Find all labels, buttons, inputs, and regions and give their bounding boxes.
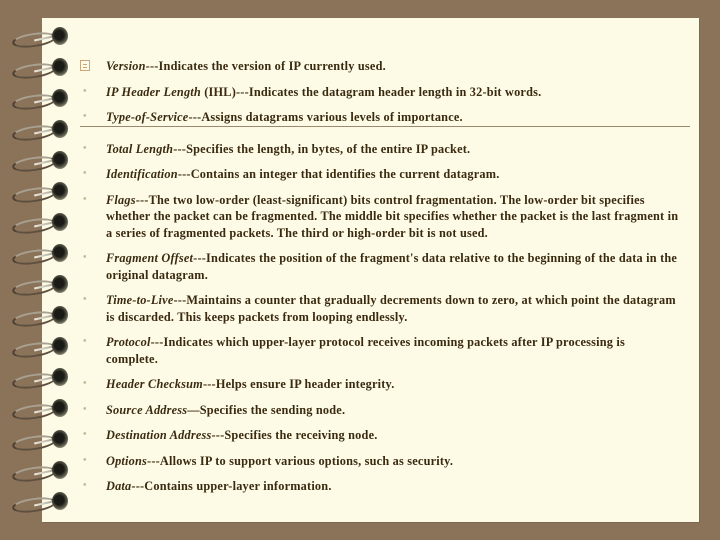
bullet-icon: •: [83, 193, 87, 205]
bullet-icon: •: [83, 454, 87, 466]
field-description: ---The two low-order (least-significant)…: [106, 192, 679, 240]
field-term: Fragment Offset: [106, 251, 194, 265]
bullet-icon: •: [83, 252, 87, 263]
field-term: Time-to-Live: [106, 293, 174, 307]
bullet-icon: •: [83, 480, 87, 491]
field-description: ---Specifies the length, in bytes, of th…: [173, 141, 471, 156]
field-description: ---Indicates the version of IP currently…: [145, 59, 386, 73]
spiral-ring-icon: [8, 368, 68, 391]
list-item: • Data---Contains upper-layer information…: [80, 478, 680, 495]
field-term: Identification: [106, 167, 178, 181]
list-item: • Type-of-Service---Assigns datagrams var…: [80, 109, 680, 126]
spiral-ring-icon: [8, 275, 68, 298]
bullet-icon: •: [83, 142, 87, 154]
spiral-ring-icon: [8, 244, 68, 267]
field-description: ---Assigns datagrams various levels of i…: [188, 110, 463, 124]
list-item: • Header Checksum---Helps ensure IP heade…: [80, 376, 680, 393]
field-description: ---Specifies the receiving node.: [211, 428, 378, 442]
bullet-icon: •: [83, 403, 87, 415]
spiral-ring-icon: [8, 151, 68, 174]
spiral-ring-icon: [8, 430, 68, 453]
spiral-ring-icon: [8, 213, 68, 236]
spiral-ring-icon: [8, 27, 68, 50]
field-description: (IHL)---Indicates the datagram header le…: [200, 84, 542, 99]
list-item: • Flags---The two low-order (least-signif…: [80, 192, 680, 242]
field-description: ---Indicates which upper-layer protocol …: [106, 335, 626, 366]
list-item: • Time-to-Live---Maintains a counter that…: [80, 292, 680, 325]
field-list: Version---Indicates the version of IP cu…: [80, 58, 680, 495]
spiral-ring-icon: [8, 58, 68, 81]
spiral-ring-icon: [8, 492, 68, 515]
field-description: ---Contains an integer that identifies t…: [177, 167, 500, 181]
bullet-icon: •: [83, 85, 87, 97]
list-item: • Options---Allows IP to support various …: [80, 453, 680, 470]
spiral-ring-icon: [8, 461, 68, 484]
spiral-ring-icon: [8, 120, 68, 143]
field-term: Flags: [106, 192, 136, 207]
list-item: • Destination Address---Specifies the rec…: [80, 427, 680, 444]
bullet-icon: •: [83, 336, 87, 347]
bullet-icon: •: [83, 168, 87, 179]
field-term: Total Length: [106, 141, 174, 156]
field-term: IP Header Length: [106, 84, 201, 99]
spiral-ring-icon: [8, 89, 68, 112]
spiral-ring-icon: [8, 399, 68, 422]
list-item: • IP Header Length (IHL)---Indicates the …: [80, 84, 680, 101]
field-term: Header Checksum: [106, 377, 203, 391]
list-item: • Protocol---Indicates which upper-layer …: [80, 334, 680, 367]
bullet-icon: •: [83, 429, 87, 440]
field-description: ---Helps ensure IP header integrity.: [202, 377, 395, 391]
document-icon: [80, 60, 90, 71]
field-term: Data: [106, 479, 132, 493]
field-term: Version: [106, 59, 146, 73]
field-term: Options: [106, 453, 148, 468]
list-item: Version---Indicates the version of IP cu…: [80, 58, 680, 75]
field-term: Source Address: [106, 402, 188, 417]
field-term: Protocol: [106, 335, 151, 349]
field-description: —Specifies the sending node.: [187, 402, 346, 417]
field-term: Type-of-Service: [106, 110, 189, 124]
spiral-ring-icon: [8, 182, 68, 205]
list-item: • Source Address—Specifies the sending no…: [80, 402, 680, 419]
list-item: • Total Length---Specifies the length, in…: [80, 141, 680, 158]
field-description: ---Allows IP to support various options,…: [147, 453, 454, 468]
bullet-icon: •: [83, 111, 87, 122]
spiral-ring-icon: [8, 306, 68, 329]
spiral-ring-icon: [8, 337, 68, 360]
field-term: Destination Address: [106, 428, 212, 442]
list-item: • Identification---Contains an integer th…: [80, 166, 680, 183]
field-description: ---Maintains a counter that gradually de…: [106, 293, 676, 324]
field-description: ---Contains upper-layer information.: [131, 479, 332, 493]
bullet-icon: •: [83, 294, 87, 305]
bullet-icon: •: [83, 378, 87, 389]
list-item: • Fragment Offset---Indicates the positio…: [80, 250, 680, 283]
